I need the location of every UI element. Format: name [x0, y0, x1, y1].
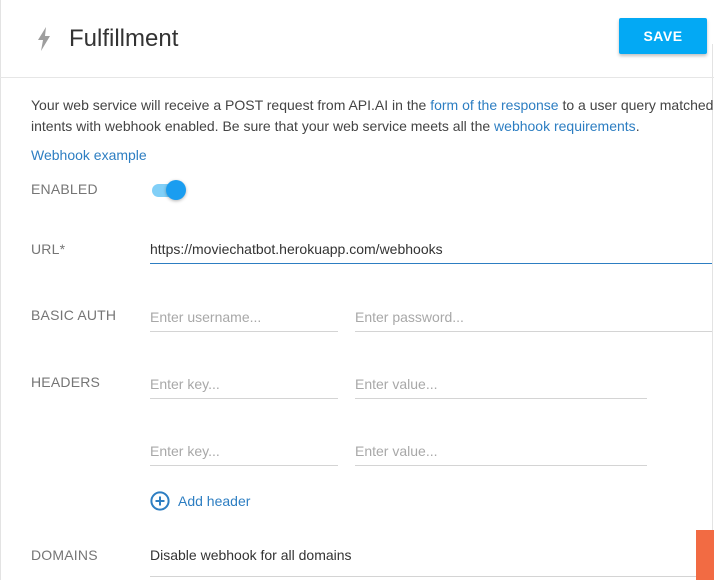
description-text: Your web service will receive a POST req…	[31, 97, 431, 113]
domains-label: DOMAINS	[31, 547, 98, 563]
side-tab[interactable]	[696, 530, 714, 580]
fulfillment-page: Fulfillment SAVE Your web service will r…	[0, 0, 714, 580]
header-key-input[interactable]	[150, 369, 338, 399]
form-of-response-link[interactable]: form of the response	[430, 97, 558, 113]
header-value-input[interactable]	[355, 369, 647, 399]
webhook-requirements-link[interactable]: webhook requirements	[494, 118, 636, 134]
url-label: URL*	[31, 241, 66, 257]
page-title: Fulfillment	[69, 25, 179, 52]
domains-underline	[150, 576, 712, 577]
toggle-thumb	[166, 180, 186, 200]
left-divider	[0, 0, 1, 580]
basic-auth-label: BASIC AUTH	[31, 307, 117, 323]
add-header-button[interactable]: Add header	[150, 490, 250, 512]
header-key-input[interactable]	[150, 436, 338, 466]
save-button[interactable]: SAVE	[619, 18, 707, 54]
domains-select[interactable]: Disable webhook for all domains	[150, 547, 352, 563]
headers-label: HEADERS	[31, 374, 101, 390]
description-text: intents with webhook enabled. Be sure th…	[31, 118, 495, 134]
enabled-label: ENABLED	[31, 181, 98, 197]
plus-circle-icon	[150, 491, 170, 511]
enabled-toggle[interactable]	[150, 180, 186, 200]
password-input[interactable]	[355, 302, 712, 332]
page-header: Fulfillment SAVE	[0, 0, 714, 78]
webhook-example-link[interactable]: Webhook example	[31, 147, 147, 163]
description-text: to a user query matched by	[562, 97, 714, 113]
description: Your web service will receive a POST req…	[31, 95, 714, 137]
url-input[interactable]	[150, 234, 712, 264]
username-input[interactable]	[150, 302, 338, 332]
header-value-input[interactable]	[355, 436, 647, 466]
bolt-icon	[38, 27, 50, 51]
description-text: .	[635, 118, 640, 134]
add-header-label: Add header	[178, 493, 251, 509]
